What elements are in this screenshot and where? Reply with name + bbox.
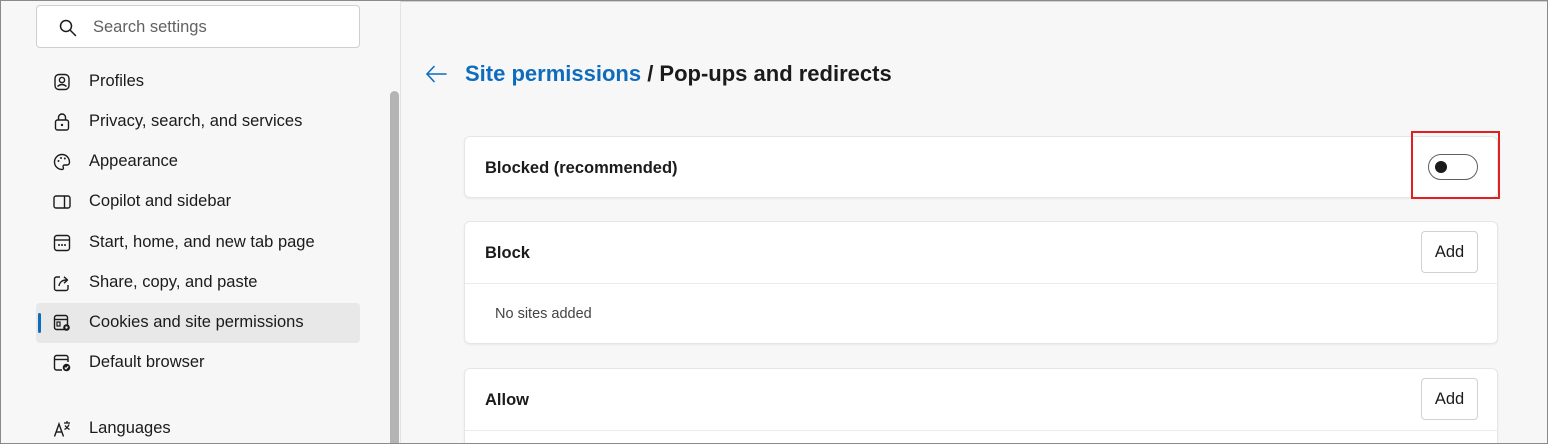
blocked-toggle[interactable] bbox=[1428, 154, 1478, 180]
allow-divider bbox=[465, 430, 1497, 431]
sidebar-scrollbar[interactable] bbox=[390, 91, 399, 443]
lock-icon bbox=[54, 113, 70, 131]
sidebar-item-privacy[interactable]: Privacy, search, and services bbox=[36, 102, 360, 142]
sidebar-item-share[interactable]: Share, copy, and paste bbox=[36, 263, 360, 303]
sidebar-item-languages[interactable]: Languages bbox=[36, 409, 360, 443]
default-browser-icon bbox=[53, 354, 71, 372]
page-title: Pop-ups and redirects bbox=[659, 61, 892, 86]
palette-icon bbox=[53, 153, 71, 171]
back-arrow-icon[interactable] bbox=[424, 61, 450, 87]
toggle-knob bbox=[1435, 161, 1447, 173]
home-page-icon bbox=[53, 234, 71, 252]
search-box[interactable] bbox=[36, 5, 360, 48]
sidebar-item-label: Privacy, search, and services bbox=[89, 112, 303, 130]
block-section-card: Block Add No sites added bbox=[464, 221, 1498, 344]
selected-indicator bbox=[38, 313, 41, 333]
settings-window: Profiles Privacy, search, and services A… bbox=[0, 0, 1548, 444]
sidebar-item-start-home[interactable]: Start, home, and new tab page bbox=[36, 223, 360, 263]
sidebar-item-label: Default browser bbox=[89, 353, 205, 371]
allow-add-button[interactable]: Add bbox=[1421, 378, 1478, 420]
sidebar-item-cookies-permissions[interactable]: Cookies and site permissions bbox=[36, 303, 360, 343]
sidebar-item-profiles[interactable]: Profiles bbox=[36, 62, 360, 102]
sidebar-item-copilot[interactable]: Copilot and sidebar bbox=[36, 182, 360, 222]
breadcrumb: Site permissions / Pop-ups and redirects bbox=[465, 61, 892, 87]
search-input[interactable] bbox=[93, 15, 343, 39]
block-section-title: Block bbox=[485, 244, 530, 262]
sidebar-item-label: Share, copy, and paste bbox=[89, 273, 258, 291]
settings-sidebar: Profiles Privacy, search, and services A… bbox=[1, 1, 401, 443]
search-icon bbox=[59, 19, 77, 37]
blocked-setting-label: Blocked (recommended) bbox=[485, 159, 678, 177]
sidebar-item-default-browser[interactable]: Default browser bbox=[36, 343, 360, 383]
cookies-permissions-icon bbox=[53, 314, 70, 331]
block-add-button[interactable]: Add bbox=[1421, 231, 1478, 273]
block-divider bbox=[465, 283, 1497, 284]
blocked-setting-card: Blocked (recommended) bbox=[464, 136, 1498, 198]
profile-icon bbox=[54, 73, 70, 91]
breadcrumb-link-site-permissions[interactable]: Site permissions bbox=[465, 61, 641, 86]
allow-section-card: Allow Add bbox=[464, 368, 1498, 443]
sidebar-item-label: Start, home, and new tab page bbox=[89, 233, 315, 251]
sidebar-item-label: Profiles bbox=[89, 72, 145, 90]
block-empty-message: No sites added bbox=[495, 306, 592, 322]
languages-icon bbox=[53, 421, 70, 437]
share-icon bbox=[53, 276, 69, 292]
sidebar-item-label: Cookies and site permissions bbox=[89, 313, 304, 331]
allow-section-title: Allow bbox=[485, 391, 529, 409]
main-content: Site permissions / Pop-ups and redirects… bbox=[402, 1, 1547, 443]
sidebar-item-label: Copilot and sidebar bbox=[89, 192, 232, 210]
sidebar-item-label: Appearance bbox=[89, 152, 178, 170]
sidebar-icon bbox=[53, 195, 71, 209]
sidebar-item-label: Languages bbox=[89, 419, 171, 437]
breadcrumb-separator: / bbox=[641, 61, 660, 86]
sidebar-item-appearance[interactable]: Appearance bbox=[36, 142, 360, 182]
